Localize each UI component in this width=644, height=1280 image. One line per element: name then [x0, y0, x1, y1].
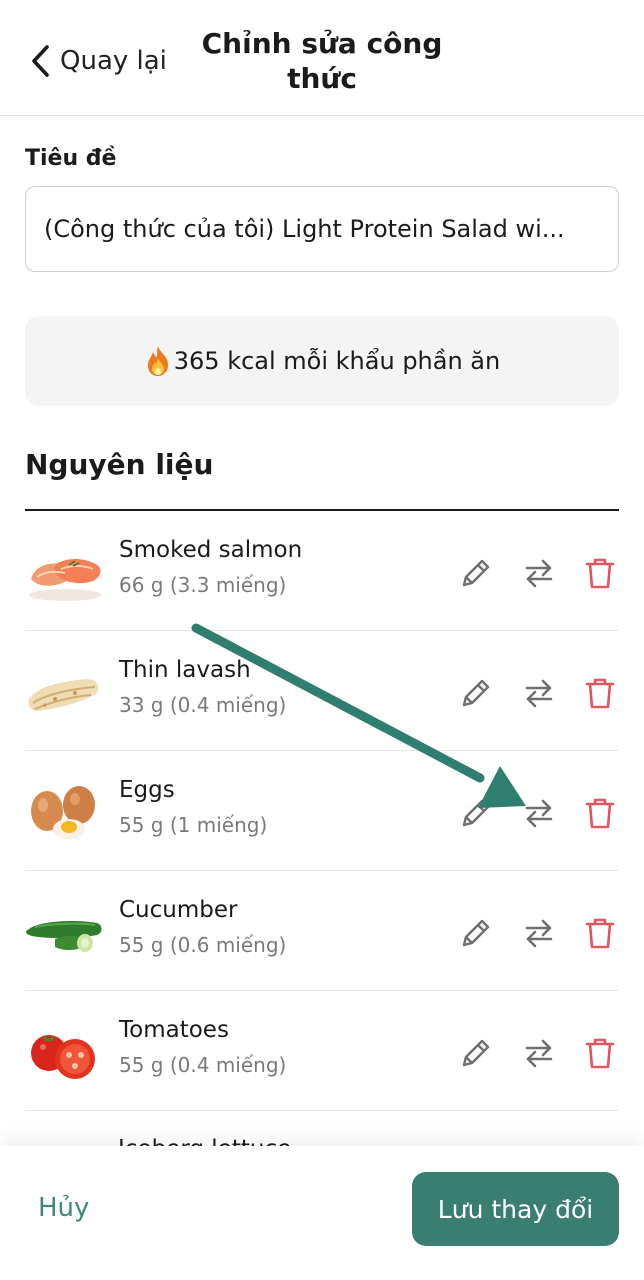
kcal-text: 365 kcal mỗi khẩu phần ăn [173, 347, 501, 375]
trash-icon[interactable] [582, 795, 618, 831]
tomatoes-image [31, 1035, 95, 1079]
edit-pencil-icon[interactable] [458, 915, 494, 951]
chevron-left-icon [32, 45, 49, 77]
page-title-line-2: thức [287, 62, 357, 95]
title-input[interactable]: (Công thức của tôi) Light Protein Salad … [25, 186, 619, 272]
edit-pencil-icon[interactable] [458, 675, 494, 711]
save-changes-label: Lưu thay đổi [437, 1194, 594, 1224]
list-item: Cucumber 55 g (0.6 miếng) [25, 871, 619, 991]
trash-icon[interactable] [582, 915, 618, 951]
page-title: Chỉnh sửa công thức [180, 26, 464, 96]
fire-icon [147, 346, 168, 376]
title-input-value: (Công thức của tôi) Light Protein Salad … [44, 215, 565, 243]
edit-pencil-icon[interactable] [458, 1035, 494, 1071]
edit-pencil-icon[interactable] [458, 795, 494, 831]
list-item: Thin lavash 33 g (0.4 miếng) [25, 631, 619, 751]
ingredient-amount: 55 g (0.6 miếng) [119, 933, 287, 957]
ingredient-list: Smoked salmon 66 g (3.3 miếng) Thin lava… [25, 511, 619, 1111]
ingredient-name: Cucumber [119, 897, 238, 923]
ingredient-name: Eggs [119, 777, 175, 803]
cancel-button[interactable]: Hủy [38, 1193, 89, 1223]
back-label: Quay lại [60, 46, 167, 76]
title-field-label: Tiêu đề [25, 146, 117, 171]
ingredient-name: Tomatoes [119, 1017, 229, 1043]
ingredients-heading: Nguyên liệu [25, 448, 214, 481]
ingredient-amount: 55 g (1 miếng) [119, 813, 268, 837]
swap-arrows-icon[interactable] [521, 915, 557, 951]
ingredient-name: Thin lavash [119, 657, 251, 683]
back-button[interactable]: Quay lại [30, 44, 167, 78]
list-item: Smoked salmon 66 g (3.3 miếng) [25, 511, 619, 631]
save-changes-button[interactable]: Lưu thay đổi [412, 1172, 619, 1246]
swap-arrows-icon[interactable] [521, 555, 557, 591]
top-bar: Quay lại Chỉnh sửa công thức [0, 0, 644, 116]
ingredient-name: Smoked salmon [119, 537, 303, 563]
ingredient-amount: 55 g (0.4 miếng) [119, 1053, 287, 1077]
edit-pencil-icon[interactable] [458, 555, 494, 591]
page-title-line-1: Chỉnh sửa công [201, 27, 443, 60]
list-item: Eggs 55 g (1 miếng) [25, 751, 619, 871]
thin-lavash-image [28, 679, 99, 711]
swap-arrows-icon[interactable] [521, 1035, 557, 1071]
smoked-salmon-image [29, 559, 101, 601]
trash-icon[interactable] [582, 555, 618, 591]
bottom-action-bar: Hủy Lưu thay đổi [0, 1146, 644, 1280]
ingredient-amount: 33 g (0.4 miếng) [119, 693, 287, 717]
kcal-summary: 365 kcal mỗi khẩu phần ăn [25, 316, 619, 406]
cucumber-image [26, 921, 102, 952]
eggs-image [31, 786, 95, 839]
swap-arrows-icon[interactable] [521, 675, 557, 711]
trash-icon[interactable] [582, 1035, 618, 1071]
swap-arrows-icon[interactable] [521, 795, 557, 831]
ingredient-amount: 66 g (3.3 miếng) [119, 573, 287, 597]
list-item: Tomatoes 55 g (0.4 miếng) [25, 991, 619, 1111]
trash-icon[interactable] [582, 675, 618, 711]
